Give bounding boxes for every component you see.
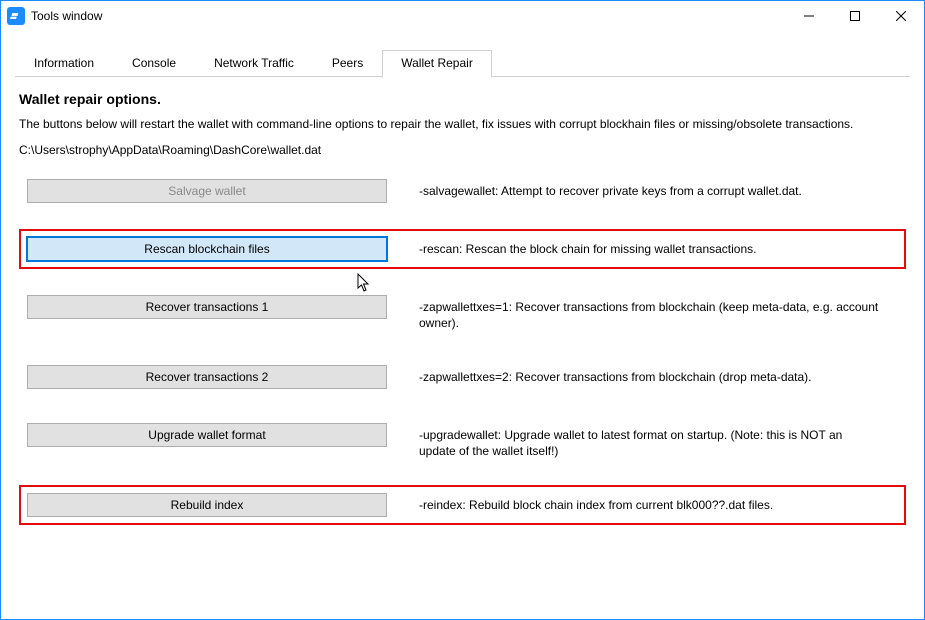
- option-row-rescan: Rescan blockchain files -rescan: Rescan …: [19, 229, 906, 269]
- option-row-rebuild: Rebuild index -reindex: Rebuild block ch…: [19, 485, 906, 525]
- recover-tx2-button[interactable]: Recover transactions 2: [27, 365, 387, 389]
- tools-window: Tools window Information Console Network…: [0, 0, 925, 620]
- tab-network-traffic[interactable]: Network Traffic: [195, 50, 313, 78]
- wallet-path: C:\Users\strophy\AppData\Roaming\DashCor…: [19, 143, 906, 157]
- window-controls: [786, 1, 924, 31]
- maximize-button[interactable]: [832, 1, 878, 31]
- tab-peers[interactable]: Peers: [313, 50, 382, 78]
- rebuild-index-desc: -reindex: Rebuild block chain index from…: [419, 493, 773, 513]
- dash-app-icon: [7, 7, 25, 25]
- window-title: Tools window: [31, 9, 786, 23]
- recover-tx2-desc: -zapwallettxes=2: Recover transactions f…: [419, 365, 812, 385]
- option-row-recover2: Recover transactions 2 -zapwallettxes=2:…: [19, 357, 906, 397]
- rescan-blockchain-button[interactable]: Rescan blockchain files: [27, 237, 387, 261]
- panel-description: The buttons below will restart the walle…: [19, 117, 906, 133]
- content-area: Information Console Network Traffic Peer…: [1, 31, 924, 543]
- option-row-upgrade: Upgrade wallet format -upgradewallet: Up…: [19, 415, 906, 467]
- recover-tx1-button[interactable]: Recover transactions 1: [27, 295, 387, 319]
- option-row-salvage: Salvage wallet -salvagewallet: Attempt t…: [19, 171, 906, 211]
- rebuild-index-button[interactable]: Rebuild index: [27, 493, 387, 517]
- tab-wallet-repair[interactable]: Wallet Repair: [382, 50, 492, 78]
- minimize-button[interactable]: [786, 1, 832, 31]
- option-row-recover1: Recover transactions 1 -zapwallettxes=1:…: [19, 287, 906, 339]
- titlebar: Tools window: [1, 1, 924, 31]
- rescan-blockchain-desc: -rescan: Rescan the block chain for miss…: [419, 237, 756, 257]
- wallet-repair-panel: Wallet repair options. The buttons below…: [15, 77, 910, 529]
- repair-options: Salvage wallet -salvagewallet: Attempt t…: [19, 171, 906, 526]
- panel-heading: Wallet repair options.: [19, 91, 906, 107]
- tab-information[interactable]: Information: [15, 50, 113, 78]
- tab-strip: Information Console Network Traffic Peer…: [15, 49, 910, 77]
- upgrade-wallet-desc: -upgradewallet: Upgrade wallet to latest…: [419, 423, 879, 459]
- recover-tx1-desc: -zapwallettxes=1: Recover transactions f…: [419, 295, 879, 331]
- salvage-wallet-button[interactable]: Salvage wallet: [27, 179, 387, 203]
- salvage-wallet-desc: -salvagewallet: Attempt to recover priva…: [419, 179, 802, 199]
- close-button[interactable]: [878, 1, 924, 31]
- tab-console[interactable]: Console: [113, 50, 195, 78]
- upgrade-wallet-button[interactable]: Upgrade wallet format: [27, 423, 387, 447]
